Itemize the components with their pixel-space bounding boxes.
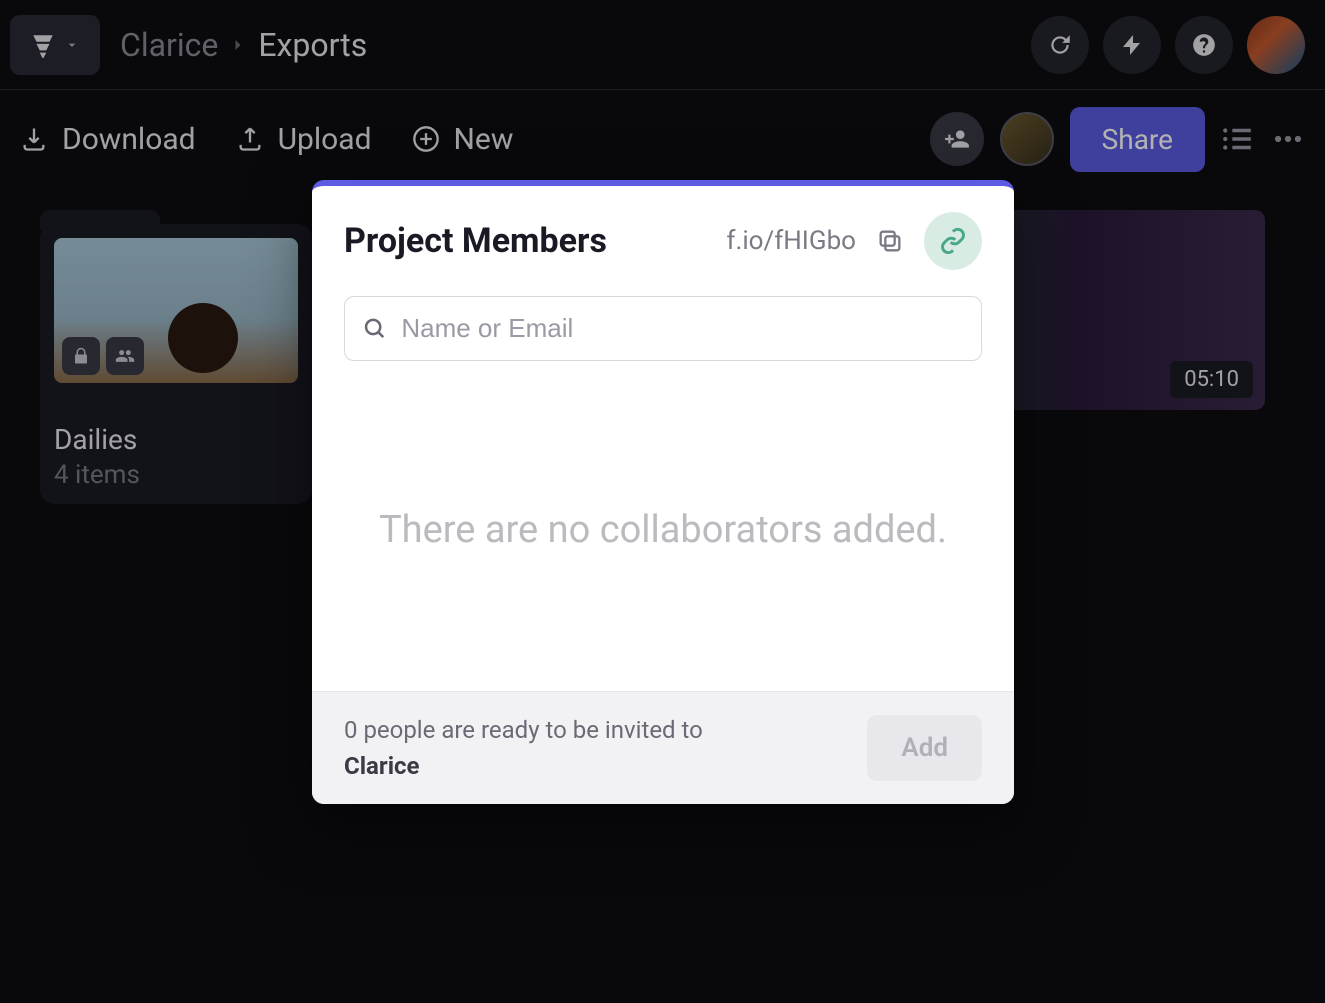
member-search[interactable]	[344, 296, 982, 361]
empty-collaborators-message: There are no collaborators added.	[379, 505, 947, 556]
modal-title: Project Members	[344, 221, 607, 261]
modal-footer: 0 people are ready to be invited to Clar…	[312, 691, 1014, 804]
add-button[interactable]: Add	[867, 715, 982, 781]
share-url[interactable]: f.io/fHIGbo	[726, 226, 856, 256]
copy-link-button[interactable]	[876, 227, 904, 255]
invite-count-text: 0 people are ready to be invited to	[344, 716, 703, 744]
invite-project-name: Clarice	[344, 752, 420, 780]
search-icon	[363, 316, 387, 342]
copy-icon	[876, 227, 904, 255]
link-settings-button[interactable]	[924, 212, 982, 270]
member-search-input[interactable]	[401, 313, 963, 344]
link-icon	[939, 227, 967, 255]
project-members-modal: Project Members f.io/fHIGbo There are no…	[312, 180, 1014, 804]
